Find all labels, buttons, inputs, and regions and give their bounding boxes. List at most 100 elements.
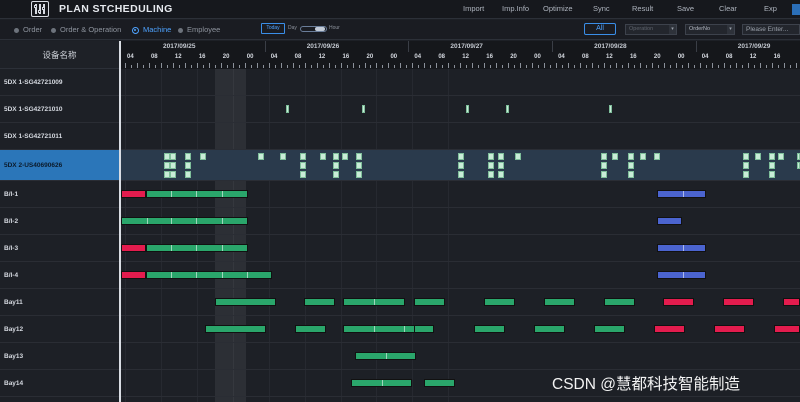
menu-clear[interactable]: Clear: [719, 4, 737, 13]
today-button[interactable]: Today: [261, 23, 285, 34]
menu-result[interactable]: Result: [632, 4, 653, 13]
menu-import[interactable]: Import: [463, 4, 484, 13]
task-marker[interactable]: [640, 153, 646, 160]
resource-row-label[interactable]: 5DX 1-SG42721010: [0, 96, 119, 123]
task-marker[interactable]: [342, 153, 348, 160]
task-bar[interactable]: [121, 216, 248, 225]
menu-imp-info[interactable]: Imp.Info: [502, 4, 529, 13]
task-marker[interactable]: [778, 153, 784, 160]
resource-row-label[interactable]: B/I-1: [0, 181, 119, 208]
resource-row-label[interactable]: B/I-2: [0, 208, 119, 235]
task-bar[interactable]: [355, 351, 416, 360]
task-bar[interactable]: [121, 270, 146, 279]
resource-row-label[interactable]: 5DX 1-SG42721011: [0, 123, 119, 150]
task-bar[interactable]: [714, 324, 745, 333]
task-marker[interactable]: [185, 162, 191, 169]
task-bar[interactable]: [484, 297, 515, 306]
resource-row-label[interactable]: Bay11: [0, 289, 119, 316]
column-divider[interactable]: [119, 41, 121, 402]
task-marker[interactable]: [356, 162, 362, 169]
task-bar[interactable]: [424, 378, 455, 387]
task-marker[interactable]: [601, 153, 607, 160]
task-bar[interactable]: [657, 216, 682, 225]
resource-row-label[interactable]: 5DX 2-US40690626: [0, 150, 119, 181]
task-marker[interactable]: [300, 153, 306, 160]
task-bar[interactable]: [121, 189, 146, 198]
task-bar[interactable]: [215, 297, 276, 306]
search-input[interactable]: Please Enter...: [742, 24, 800, 35]
task-marker[interactable]: [300, 171, 306, 178]
task-bar[interactable]: [146, 243, 248, 252]
task-marker[interactable]: [601, 171, 607, 178]
task-marker[interactable]: [200, 153, 206, 160]
task-bar[interactable]: [414, 297, 445, 306]
radio-order[interactable]: Order: [14, 25, 42, 34]
task-marker[interactable]: [356, 153, 362, 160]
task-bar[interactable]: [343, 297, 405, 306]
task-bar[interactable]: [474, 324, 505, 333]
orderno-select[interactable]: OrderNo ▾: [685, 24, 735, 35]
task-marker[interactable]: [170, 162, 176, 169]
task-marker[interactable]: [466, 105, 469, 113]
task-marker[interactable]: [333, 171, 339, 178]
task-marker[interactable]: [498, 153, 504, 160]
menu-sync[interactable]: Sync: [593, 4, 610, 13]
task-marker[interactable]: [333, 153, 339, 160]
task-bar[interactable]: [544, 297, 575, 306]
task-marker[interactable]: [258, 153, 264, 160]
task-bar[interactable]: [351, 378, 412, 387]
task-marker[interactable]: [356, 171, 362, 178]
task-marker[interactable]: [628, 171, 634, 178]
task-bar[interactable]: [146, 270, 272, 279]
task-marker[interactable]: [506, 105, 509, 113]
task-bar[interactable]: [121, 243, 146, 252]
menu-exp[interactable]: Exp: [764, 4, 777, 13]
task-bar[interactable]: [295, 324, 326, 333]
task-marker[interactable]: [612, 153, 618, 160]
resource-row-label[interactable]: B/I-4: [0, 262, 119, 289]
task-marker[interactable]: [498, 162, 504, 169]
task-bar[interactable]: [594, 324, 625, 333]
task-marker[interactable]: [654, 153, 660, 160]
task-marker[interactable]: [628, 162, 634, 169]
task-bar[interactable]: [304, 297, 335, 306]
task-marker[interactable]: [743, 162, 749, 169]
menu-save[interactable]: Save: [677, 4, 694, 13]
task-marker[interactable]: [743, 153, 749, 160]
task-marker[interactable]: [458, 153, 464, 160]
task-marker[interactable]: [280, 153, 286, 160]
task-marker[interactable]: [743, 171, 749, 178]
task-marker[interactable]: [755, 153, 761, 160]
task-bar[interactable]: [657, 243, 706, 252]
task-marker[interactable]: [769, 171, 775, 178]
task-marker[interactable]: [458, 162, 464, 169]
operation-select[interactable]: Operation ▾: [625, 24, 677, 35]
task-marker[interactable]: [488, 171, 494, 178]
task-bar[interactable]: [783, 297, 800, 306]
task-marker[interactable]: [769, 153, 775, 160]
task-bar[interactable]: [654, 324, 685, 333]
radio-employee[interactable]: Employee: [178, 25, 220, 34]
task-marker[interactable]: [498, 171, 504, 178]
resource-row-label[interactable]: B/I-3: [0, 235, 119, 262]
task-marker[interactable]: [488, 162, 494, 169]
task-marker[interactable]: [769, 162, 775, 169]
radio-order-operation[interactable]: Order & Operation: [51, 25, 121, 34]
task-marker[interactable]: [601, 162, 607, 169]
all-button[interactable]: All: [584, 23, 616, 35]
task-marker[interactable]: [458, 171, 464, 178]
resource-row-label[interactable]: Bay12: [0, 316, 119, 343]
task-marker[interactable]: [628, 153, 634, 160]
task-marker[interactable]: [286, 105, 289, 113]
task-marker[interactable]: [320, 153, 326, 160]
task-bar[interactable]: [723, 297, 754, 306]
task-bar[interactable]: [604, 297, 635, 306]
task-bar[interactable]: [774, 324, 800, 333]
resource-row-label[interactable]: Bay14: [0, 370, 119, 397]
task-bar[interactable]: [657, 270, 706, 279]
slider-knob[interactable]: [315, 27, 325, 31]
resource-row-label[interactable]: 5DX 1-SG42721009: [0, 69, 119, 96]
task-marker[interactable]: [515, 153, 521, 160]
task-marker[interactable]: [333, 162, 339, 169]
task-marker[interactable]: [300, 162, 306, 169]
